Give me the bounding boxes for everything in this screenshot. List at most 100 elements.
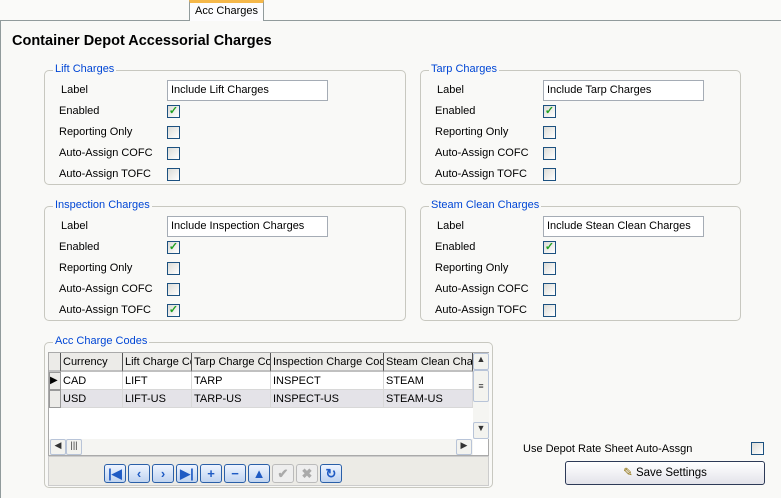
reporting-checkbox[interactable] bbox=[543, 126, 556, 139]
horizontal-scroll-thumb[interactable]: ||| bbox=[66, 439, 82, 455]
grid-cell[interactable]: STEAM bbox=[384, 372, 473, 390]
reporting-checkbox[interactable] bbox=[543, 262, 556, 275]
reporting-checkbox[interactable] bbox=[167, 126, 180, 139]
enabled-checkbox[interactable]: ✓ bbox=[167, 241, 180, 254]
check-icon: ✓ bbox=[544, 105, 555, 117]
save-settings-button[interactable]: ✎ Save Settings bbox=[565, 461, 765, 485]
scroll-right-icon[interactable]: ▶ bbox=[456, 439, 472, 455]
label-input[interactable]: Include Lift Charges bbox=[167, 80, 328, 101]
grid-cell[interactable]: STEAM-US bbox=[384, 390, 473, 408]
scroll-up-icon[interactable]: ▲ bbox=[473, 353, 489, 370]
cofc-checkbox[interactable] bbox=[167, 147, 180, 160]
tofc-label: Auto-Assign TOFC bbox=[435, 168, 527, 180]
enabled-label: Enabled bbox=[435, 105, 476, 117]
cancel-button[interactable]: ✖ bbox=[296, 464, 318, 483]
check-icon: ✓ bbox=[168, 241, 179, 253]
grid-navigator: |◀ ‹ › ▶| + − ▲ ✔ ✖ ↻ bbox=[48, 456, 489, 486]
enabled-label: Enabled bbox=[59, 105, 100, 117]
row-header-corner bbox=[49, 353, 61, 372]
reporting-label: Reporting Only bbox=[59, 262, 133, 274]
tofc-checkbox[interactable] bbox=[167, 168, 180, 181]
scroll-left-icon[interactable]: ◀ bbox=[50, 439, 66, 455]
edit-button[interactable]: ▲ bbox=[248, 464, 270, 483]
group-title: Tarp Charges bbox=[429, 63, 500, 75]
vertical-scroll-thumb[interactable]: ≡ bbox=[473, 370, 489, 402]
group-title: Inspection Charges bbox=[53, 199, 152, 211]
group-title: Steam Clean Charges bbox=[429, 199, 542, 211]
enabled-checkbox[interactable]: ✓ bbox=[167, 105, 180, 118]
grid-cell[interactable]: CAD bbox=[61, 372, 123, 390]
group-title: Lift Charges bbox=[53, 63, 117, 75]
reporting-label: Reporting Only bbox=[59, 126, 133, 138]
column-header[interactable]: Lift Charge Code bbox=[123, 353, 192, 372]
save-icon: ✎ bbox=[623, 467, 633, 479]
charge-codes-grid[interactable]: CurrencyLift Charge CodeTarp Charge Code… bbox=[48, 352, 489, 456]
cofc-label: Auto-Assign COFC bbox=[435, 283, 529, 295]
next-icon: › bbox=[160, 466, 166, 481]
cofc-checkbox[interactable] bbox=[167, 283, 180, 296]
check-icon: ✓ bbox=[544, 241, 555, 253]
grid-cell[interactable]: INSPECT-US bbox=[271, 390, 384, 408]
cofc-checkbox[interactable] bbox=[543, 147, 556, 160]
tab-acc-charges[interactable]: Acc Charges bbox=[189, 0, 264, 21]
enabled-label: Enabled bbox=[59, 241, 100, 253]
label-input[interactable]: Include Inspection Charges bbox=[167, 216, 328, 237]
reporting-checkbox[interactable] bbox=[167, 262, 180, 275]
next-button[interactable]: › bbox=[152, 464, 174, 483]
grid-cell[interactable]: TARP-US bbox=[192, 390, 271, 408]
rate-sheet-checkbox[interactable] bbox=[751, 442, 764, 455]
group-title: Acc Charge Codes bbox=[53, 335, 150, 347]
grid-cell[interactable]: LIFT bbox=[123, 372, 192, 390]
cofc-label: Auto-Assign COFC bbox=[435, 147, 529, 159]
row-selector[interactable] bbox=[49, 390, 61, 408]
column-header[interactable]: Inspection Charge Code bbox=[271, 353, 384, 372]
column-header[interactable]: Currency bbox=[61, 353, 123, 372]
enabled-checkbox[interactable]: ✓ bbox=[543, 105, 556, 118]
label-label: Label bbox=[61, 220, 88, 232]
column-header[interactable]: Steam Clean Charge Code bbox=[384, 353, 473, 372]
grid-cell[interactable]: INSPECT bbox=[271, 372, 384, 390]
scroll-down-icon[interactable]: ▼ bbox=[473, 422, 489, 439]
tofc-checkbox[interactable] bbox=[543, 304, 556, 317]
refresh-icon: ↻ bbox=[325, 466, 337, 481]
label-label: Label bbox=[437, 220, 464, 232]
post-button[interactable]: ✔ bbox=[272, 464, 294, 483]
grid-cell[interactable]: LIFT-US bbox=[123, 390, 192, 408]
enabled-label: Enabled bbox=[435, 241, 476, 253]
row-selector[interactable]: ▶ bbox=[49, 372, 61, 390]
last-icon: ▶| bbox=[180, 466, 194, 481]
check-icon: ✓ bbox=[168, 304, 179, 316]
grid-cell[interactable]: TARP bbox=[192, 372, 271, 390]
label-input[interactable]: Include Stean Clean Charges bbox=[543, 216, 704, 237]
refresh-button[interactable]: ↻ bbox=[320, 464, 342, 483]
rate-sheet-label: Use Depot Rate Sheet Auto-Assgn bbox=[523, 443, 693, 455]
label-label: Label bbox=[437, 84, 464, 96]
horizontal-scrollbar[interactable] bbox=[49, 439, 473, 455]
edit-icon: ▲ bbox=[252, 466, 266, 481]
prev-button[interactable]: ‹ bbox=[128, 464, 150, 483]
tofc-label: Auto-Assign TOFC bbox=[435, 304, 527, 316]
tofc-label: Auto-Assign TOFC bbox=[59, 168, 151, 180]
first-button[interactable]: |◀ bbox=[104, 464, 126, 483]
label-input[interactable]: Include Tarp Charges bbox=[543, 80, 704, 101]
cofc-checkbox[interactable] bbox=[543, 283, 556, 296]
add-icon: + bbox=[207, 466, 215, 481]
first-icon: |◀ bbox=[108, 466, 122, 481]
post-icon: ✔ bbox=[277, 466, 289, 481]
column-header[interactable]: Tarp Charge Code bbox=[192, 353, 271, 372]
last-button[interactable]: ▶| bbox=[176, 464, 198, 483]
enabled-checkbox[interactable]: ✓ bbox=[543, 241, 556, 254]
tofc-checkbox[interactable] bbox=[543, 168, 556, 181]
cofc-label: Auto-Assign COFC bbox=[59, 283, 153, 295]
cofc-label: Auto-Assign COFC bbox=[59, 147, 153, 159]
tofc-checkbox[interactable]: ✓ bbox=[167, 304, 180, 317]
page-title: Container Depot Accessorial Charges bbox=[12, 33, 272, 49]
reporting-label: Reporting Only bbox=[435, 262, 509, 274]
reporting-label: Reporting Only bbox=[435, 126, 509, 138]
delete-button[interactable]: − bbox=[224, 464, 246, 483]
add-button[interactable]: + bbox=[200, 464, 222, 483]
cancel-icon: ✖ bbox=[301, 466, 313, 481]
grid-cell[interactable]: USD bbox=[61, 390, 123, 408]
delete-icon: − bbox=[231, 466, 239, 481]
tofc-label: Auto-Assign TOFC bbox=[59, 304, 151, 316]
